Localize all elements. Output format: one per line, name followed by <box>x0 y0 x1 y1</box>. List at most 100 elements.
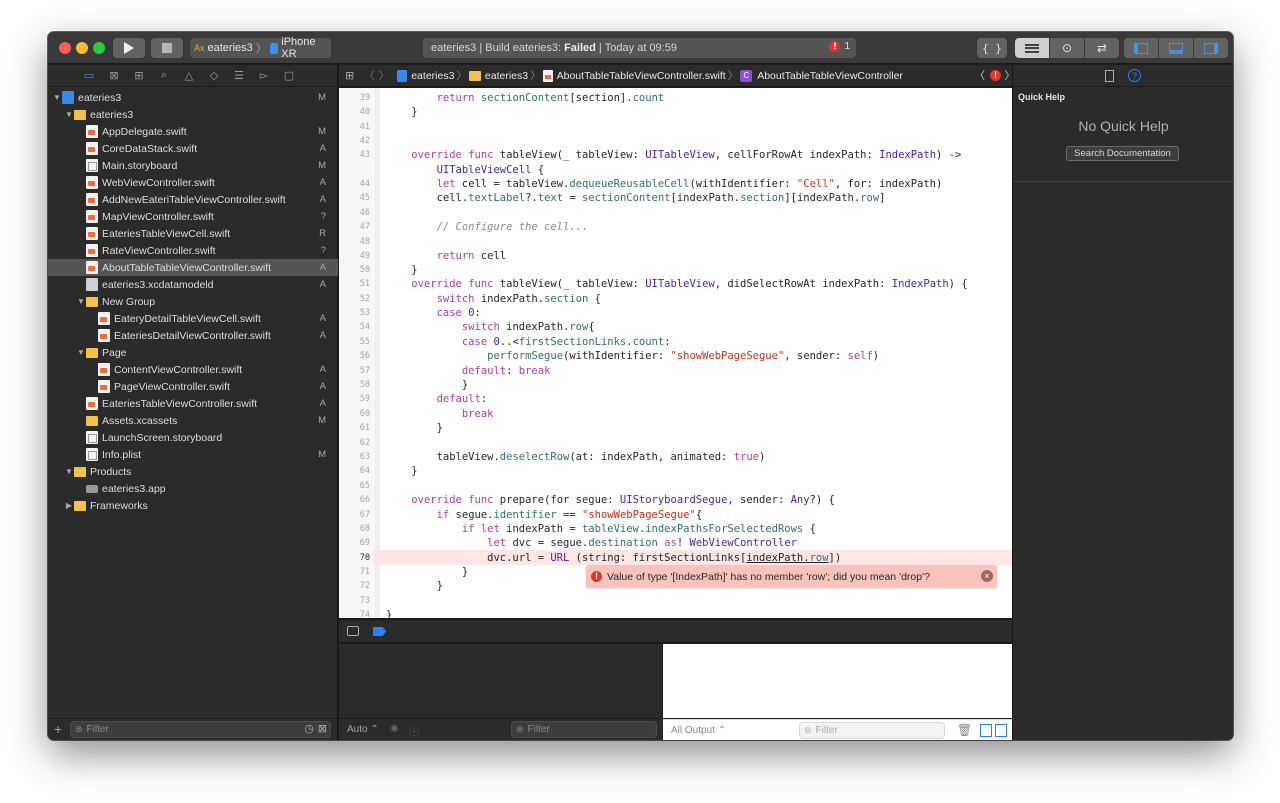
line-number: 46 <box>359 208 370 218</box>
toggle-navigator-button[interactable] <box>1124 38 1158 58</box>
variables-scope-select[interactable]: Auto ⌃ <box>347 724 379 735</box>
debug-icon[interactable]: ☰ <box>232 69 246 83</box>
tree-item[interactable]: ▼ New Group <box>48 293 338 310</box>
version-editor-button[interactable]: ⇄ <box>1085 38 1119 58</box>
error-count-badge[interactable]: ! 1 <box>829 41 850 52</box>
tree-item[interactable]: ▼ Products <box>48 463 338 480</box>
disclosure-open-icon[interactable]: ▼ <box>76 297 86 306</box>
breadcrumb-file[interactable]: AboutTableTableViewController.swift <box>557 70 726 82</box>
tree-item[interactable]: eateries3.app <box>48 480 338 497</box>
scm-filter-icon[interactable]: ⊠ <box>318 722 327 735</box>
related-items-icon[interactable]: ⊞ <box>345 69 354 82</box>
tree-item[interactable]: ▼ Page <box>48 344 338 361</box>
split-right-icon[interactable] <box>995 724 1007 737</box>
toolbar: Ax eateries3 〉 iPhone XR eateries3 | Bui… <box>48 32 1233 64</box>
previous-issue-icon[interactable]: 〈 <box>975 68 986 83</box>
tree-item[interactable]: MapViewController.swift? <box>48 208 338 225</box>
output-label: All Output <box>671 725 715 736</box>
tree-item[interactable]: ▶ Frameworks <box>48 497 338 514</box>
code-line: switch indexPath.row{ <box>461 321 595 333</box>
library-button[interactable]: { } <box>977 38 1007 58</box>
back-icon[interactable]: 〈 <box>364 68 375 83</box>
add-icon[interactable]: + <box>54 721 62 737</box>
tree-item[interactable]: EateriesTableViewController.swift A <box>48 395 338 412</box>
tree-item[interactable]: AboutTableTableViewController.swift A <box>48 259 338 276</box>
breakpoint-icon[interactable]: ▻ <box>257 69 271 83</box>
standard-editor-button[interactable] <box>1015 38 1049 58</box>
close-window-button[interactable] <box>59 42 71 54</box>
find-icon[interactable]: ⌕ <box>157 69 171 83</box>
disclosure-open-icon[interactable]: ▼ <box>64 467 74 476</box>
recent-files-icon[interactable]: ◷ <box>304 722 314 735</box>
navigator-filter-input[interactable]: ⊜ Filter ◷ ⊠ <box>70 721 331 738</box>
issue-badge-icon[interactable]: ! <box>990 70 1001 81</box>
line-number: 72 <box>359 581 370 591</box>
tree-item[interactable]: ▼ eateries3 M <box>48 89 338 106</box>
disclosure-open-icon[interactable]: ▼ <box>76 348 86 357</box>
tree-item[interactable]: EateryDetailTableViewCell.swift A <box>48 310 338 327</box>
hide-debug-area-icon[interactable] <box>347 626 359 636</box>
tree-item[interactable]: RateViewController.swift? <box>48 242 338 259</box>
scheme-selector[interactable]: Ax eateries3 〉 iPhone XR <box>190 36 331 60</box>
folder-icon[interactable]: ▭ <box>82 69 96 83</box>
tree-item[interactable]: WebViewController.swift A <box>48 174 338 191</box>
split-left-icon[interactable] <box>980 724 992 737</box>
report-icon[interactable]: ▢ <box>282 69 296 83</box>
quick-help-icon[interactable]: ? <box>1128 69 1141 82</box>
search-documentation-button[interactable]: Search Documentation <box>1066 146 1179 161</box>
stop-icon <box>162 43 172 53</box>
tree-item[interactable]: ▼ eateries3 <box>48 106 338 123</box>
variables-filter-input[interactable]: ⊜ Filter <box>511 721 657 738</box>
output-select[interactable]: All Output ⌃ <box>671 725 726 736</box>
disclosure-closed-icon[interactable]: ▶ <box>64 501 74 510</box>
tree-item[interactable]: Assets.xcassets M <box>48 412 338 429</box>
chevron-right-icon: 〉 <box>727 70 739 82</box>
trash-icon[interactable]: 🗑 <box>957 723 972 737</box>
disclosure-open-icon[interactable]: ▼ <box>52 93 62 102</box>
tree-item[interactable]: eateries3.xcdatamodeld A <box>48 276 338 293</box>
forward-icon[interactable]: 〉 <box>379 68 390 83</box>
console-filter-input[interactable]: ⊜ Filter <box>799 722 945 739</box>
tree-item[interactable]: Info.plist M <box>48 446 338 463</box>
tree-item[interactable]: LaunchScreen.storyboard <box>48 429 338 446</box>
dismiss-error-icon[interactable]: × <box>981 570 993 582</box>
breadcrumb-project[interactable]: eateries3 <box>411 70 454 82</box>
file-inspector-icon[interactable] <box>1105 70 1114 82</box>
breakpoints-toggle-icon[interactable] <box>373 627 386 636</box>
line-number: 73 <box>359 596 370 606</box>
minimize-window-button[interactable] <box>76 42 88 54</box>
breadcrumb-group[interactable]: eateries3 <box>485 70 528 82</box>
issue-icon[interactable]: △ <box>182 69 196 83</box>
quick-help-inspector: ? Quick Help No Quick Help Search Docume… <box>1012 65 1233 740</box>
assistant-editor-button[interactable]: ⊙ <box>1050 38 1084 58</box>
toggle-debug-button[interactable] <box>1159 38 1193 58</box>
tree-item[interactable]: EateriesTableViewCell.swift R <box>48 225 338 242</box>
tree-item[interactable]: AddNewEateriTableViewController.swift A <box>48 191 338 208</box>
run-button[interactable] <box>113 38 145 58</box>
info-icon[interactable]: ⓘ <box>409 723 419 738</box>
eye-icon[interactable]: ◉ <box>390 723 399 734</box>
line-number: 71 <box>359 567 370 577</box>
code-line: } <box>386 580 443 592</box>
class-icon: C <box>740 69 753 82</box>
tree-item[interactable]: CoreDataStack.swift A <box>48 140 338 157</box>
tree-item[interactable]: EateriesDetailViewController.swift A <box>48 327 338 344</box>
symbol-icon[interactable]: ⊞ <box>132 69 146 83</box>
disclosure-open-icon[interactable]: ▼ <box>64 110 74 119</box>
tree-item[interactable]: ContentViewController.swift A <box>48 361 338 378</box>
tree-item[interactable]: Main.storyboard M <box>48 157 338 174</box>
stop-button[interactable] <box>151 38 183 58</box>
tree-item[interactable]: PageViewController.swift A <box>48 378 338 395</box>
breadcrumb-symbol[interactable]: AboutTableTableViewController <box>757 70 903 82</box>
test-icon[interactable]: ◇ <box>207 69 221 83</box>
source-control-icon[interactable]: ⊠ <box>107 69 121 83</box>
zoom-window-button[interactable] <box>93 42 105 54</box>
navigator-filter-bar: + ⊜ Filter ◷ ⊠ <box>48 718 338 740</box>
tree-item[interactable]: AppDelegate.swift M <box>48 123 338 140</box>
swift-file-icon <box>86 244 98 257</box>
toggle-inspector-button[interactable] <box>1194 38 1228 58</box>
scope-label: Auto <box>347 724 368 735</box>
tree-item-label: Info.plist <box>102 448 142 461</box>
source-editor[interactable]: 39 40 41 42 43 44 45 46 47 48 49 50 51 52 53 54 55 56 57 58… <box>339 88 1021 618</box>
error-annotation[interactable]: ! Value of type '[IndexPath]' has no mem… <box>586 565 997 588</box>
